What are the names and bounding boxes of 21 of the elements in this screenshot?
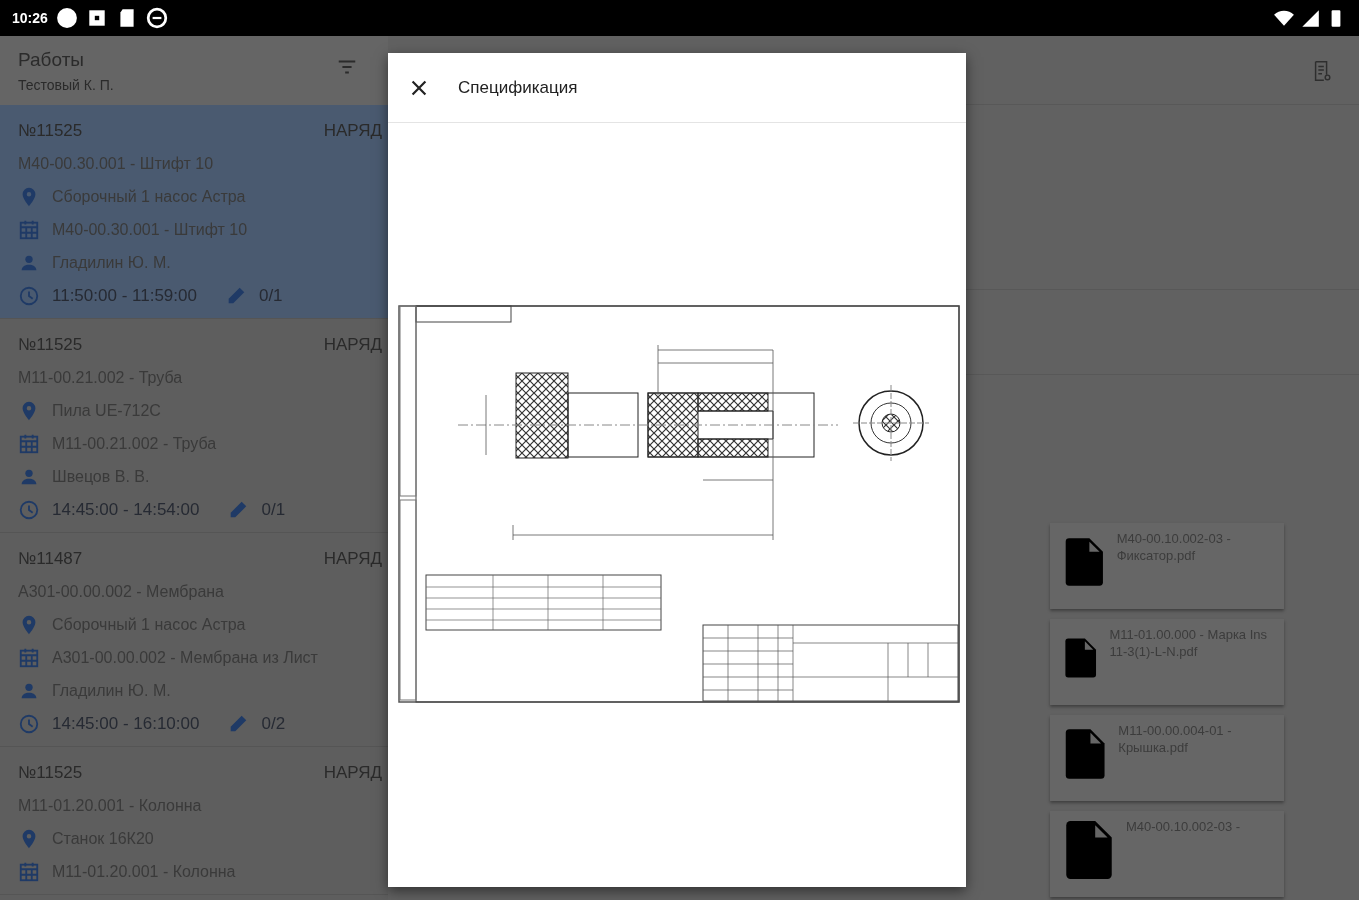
clock-icon — [18, 712, 40, 735]
progress-count: 0/1 — [261, 498, 286, 521]
job-number: №11525 — [18, 119, 83, 142]
calendar-icon — [18, 860, 40, 883]
calendar-icon — [18, 218, 40, 241]
calendar-icon — [18, 646, 40, 669]
time-range: 14:45:00 - 16:10:00 — [52, 712, 200, 735]
screen-title: Работы — [18, 48, 85, 72]
dialog-title: Спецификация — [458, 76, 578, 99]
time-range: 14:45:00 - 14:54:00 — [52, 498, 200, 521]
calendar-icon — [18, 432, 40, 455]
status-time: 10:26 — [12, 8, 48, 28]
clock-icon — [18, 284, 40, 307]
file-icon — [1064, 819, 1114, 881]
notification-dot-icon — [55, 7, 78, 29]
progress-count: 0/1 — [258, 284, 283, 307]
user-name: Тестовый К. П. — [18, 75, 115, 95]
clock-icon — [18, 498, 40, 521]
progress-count: 0/2 — [261, 712, 286, 735]
time-range: 11:50:00 - 11:59:00 — [52, 284, 197, 307]
job-type: НАРЯД — [323, 119, 382, 142]
